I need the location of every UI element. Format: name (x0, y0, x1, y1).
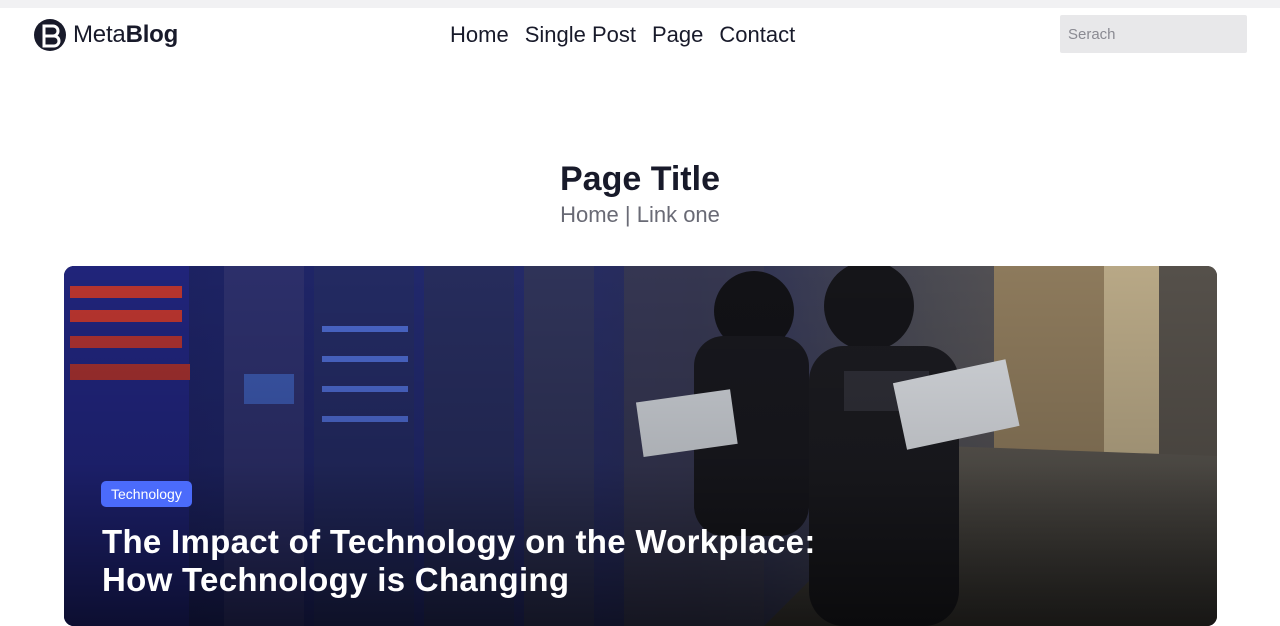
featured-post-card[interactable]: Technology The Impact of Technology on t… (64, 266, 1217, 626)
nav-home[interactable]: Home (450, 22, 509, 48)
brand-name-regular: Meta (73, 21, 126, 48)
brand-name: MetaBlog (73, 21, 178, 49)
logo-icon (34, 19, 66, 51)
navbar: MetaBlog Home Single Post Page Contact (0, 8, 1280, 64)
nav-page[interactable]: Page (652, 22, 703, 48)
nav-contact[interactable]: Contact (719, 22, 795, 48)
search-input[interactable] (1060, 15, 1247, 53)
breadcrumb: Home | Link one (0, 202, 1280, 228)
brand-name-bold: Blog (125, 21, 179, 48)
breadcrumb-separator: | (618, 202, 637, 227)
breadcrumb-current[interactable]: Link one (637, 202, 720, 227)
breadcrumb-home[interactable]: Home (560, 202, 619, 227)
top-strip (0, 0, 1280, 8)
page-title: Page Title (560, 160, 720, 198)
main-nav: Home Single Post Page Contact (450, 22, 795, 48)
featured-post-title[interactable]: The Impact of Technology on the Workplac… (102, 523, 822, 599)
nav-single-post[interactable]: Single Post (525, 22, 636, 48)
brand-logo[interactable]: MetaBlog (33, 17, 178, 53)
category-badge[interactable]: Technology (101, 481, 192, 507)
